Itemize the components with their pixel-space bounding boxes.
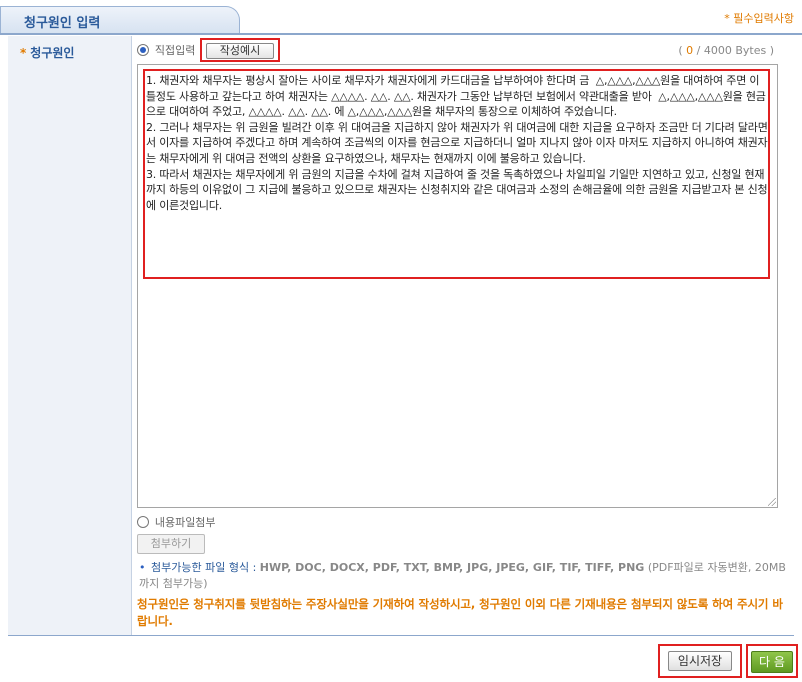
field-label-text: 청구원인 — [30, 46, 75, 60]
next-button-highlight: 다 음 — [746, 644, 798, 678]
formats-list: HWP, DOC, DOCX, PDF, TXT, BMP, JPG, JPEG… — [259, 561, 645, 574]
byte-count-max: / 4000 Bytes ) — [696, 44, 774, 57]
file-attach-label: 내용파일첨부 — [154, 516, 216, 529]
field-label-cell: * 청구원인 — [8, 36, 132, 636]
byte-count-value: 0 — [686, 44, 694, 57]
example-button-highlight: 작성예시 — [200, 38, 280, 62]
claim-reason-textarea[interactable]: 1. 채권자와 채무자는 평상시 잘아는 사이로 채무자가 채권자에게 카드대금… — [137, 64, 778, 508]
byte-counter-open: ( — [678, 44, 683, 57]
form-bottom-divider — [8, 635, 794, 636]
claim-reason-text[interactable]: 1. 채권자와 채무자는 평상시 잘아는 사이로 채무자가 채권자에게 카드대금… — [146, 73, 768, 213]
writing-example-button[interactable]: 작성예시 — [206, 43, 274, 59]
field-input-cell: 직접입력 작성예시 ( 0 / 4000 Bytes ) 1. 채권자와 채무자… — [133, 36, 794, 636]
claim-reason-warning: 청구원인은 청구취지를 뒷받침하는 주장사실만을 기재하여 작성하시고, 청구원… — [137, 597, 783, 628]
required-star: * — [20, 46, 27, 60]
next-button[interactable]: 다 음 — [751, 651, 793, 673]
formats-lead: 첨부가능한 파일 형식 : — [151, 561, 257, 574]
file-attach-radio[interactable] — [137, 516, 149, 528]
direct-input-option[interactable]: 직접입력 — [137, 42, 195, 62]
direct-input-label: 직접입력 — [154, 44, 196, 57]
save-button-highlight: 임시저장 — [658, 644, 742, 678]
direct-input-radio[interactable] — [137, 44, 149, 56]
field-label: * 청구원인 — [20, 44, 74, 61]
file-attach-option[interactable]: 내용파일첨부 — [137, 514, 216, 530]
byte-counter: ( 0 / 4000 Bytes ) — [678, 44, 774, 57]
allowed-file-formats: • 첨부가능한 파일 형식 : HWP, DOC, DOCX, PDF, TXT… — [139, 560, 789, 592]
required-fields-note: * 필수입력사항 — [724, 12, 794, 25]
attach-file-button[interactable]: 첨부하기 — [137, 534, 205, 554]
resize-grip-icon[interactable] — [766, 496, 776, 506]
section-title: 청구원인 입력 — [24, 16, 101, 31]
section-header: 청구원인 입력 * 필수입력사항 — [0, 0, 802, 35]
temp-save-button[interactable]: 임시저장 — [668, 651, 732, 671]
header-divider — [0, 33, 802, 35]
bullet-icon: • — [139, 561, 146, 574]
